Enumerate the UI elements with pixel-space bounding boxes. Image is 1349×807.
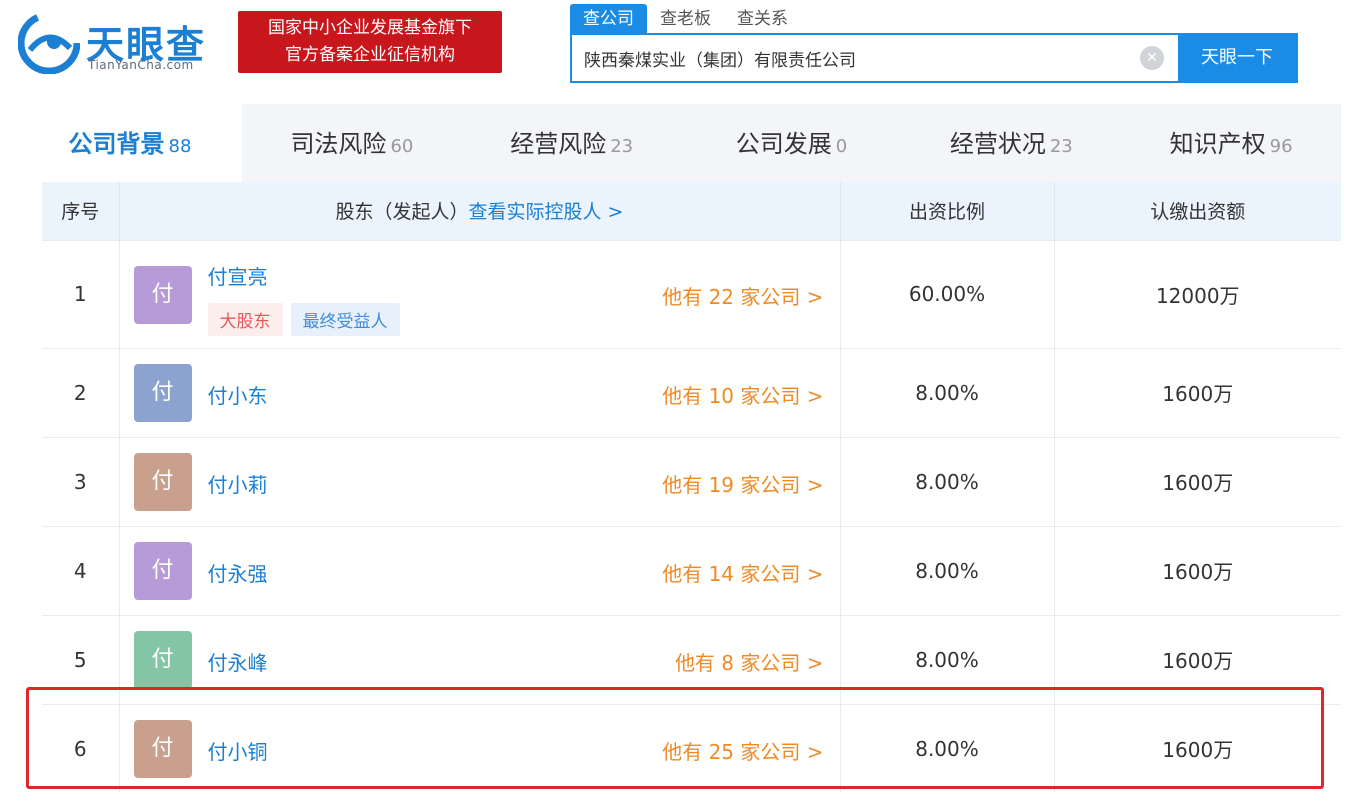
table-row: 4 付 付永强 他有 14 家公司 > 8.00% 1600万 — [42, 525, 1341, 615]
amount-cell: 12000万 — [1054, 239, 1341, 348]
tab-operating-status[interactable]: 经营状况 23 — [901, 104, 1121, 184]
amount-cell: 1600万 — [1054, 614, 1341, 704]
search-tab-boss[interactable]: 查老板 — [647, 4, 724, 34]
companies-link[interactable]: 他有 14 家公司 > — [662, 558, 823, 587]
avatar[interactable]: 付 — [133, 265, 192, 324]
holder-cell: 付 付永峰 他有 8 家公司 > — [119, 614, 841, 704]
holder-cell: 付 付小东 他有 10 家公司 > — [119, 347, 841, 437]
tab-count: 23 — [1049, 136, 1073, 157]
ratio-cell: 8.00% — [840, 614, 1055, 704]
row-index: 4 — [42, 525, 120, 615]
slogan-line2: 官方备案企业征信机构 — [285, 45, 455, 65]
holder-name[interactable]: 付永强 — [208, 558, 268, 587]
holder-cell: 付 付宣亮 大股东 最终受益人 他有 22 家公司 > — [119, 239, 841, 348]
row-index: 5 — [42, 614, 120, 704]
row-index: 3 — [42, 436, 120, 526]
companies-link[interactable]: 他有 8 家公司 > — [675, 647, 824, 676]
tab-label: 公司发展 — [735, 130, 832, 158]
tab-count: 60 — [390, 136, 414, 157]
tab-label: 经营风险 — [510, 130, 607, 158]
header-holder-label: 股东（发起人） — [335, 201, 469, 224]
table-row: 2 付 付小东 他有 10 家公司 > 8.00% 1600万 — [42, 347, 1341, 437]
holder-name[interactable]: 付小铜 — [208, 736, 268, 765]
amount-cell: 1600万 — [1054, 436, 1341, 526]
search-button[interactable]: 天眼一下 — [1178, 35, 1296, 81]
table-row: 1 付 付宣亮 大股东 最终受益人 他有 22 家公司 > 60.00% 120… — [42, 239, 1341, 348]
avatar[interactable]: 付 — [133, 452, 192, 511]
tab-operating-risk[interactable]: 经营风险 23 — [462, 104, 682, 184]
ratio-cell: 8.00% — [840, 436, 1055, 526]
tag-major-shareholder: 大股东 — [207, 302, 283, 336]
tab-company-development[interactable]: 公司发展 0 — [682, 104, 902, 184]
avatar[interactable]: 付 — [133, 541, 192, 600]
tab-company-background[interactable]: 公司背景 88 — [18, 104, 242, 184]
amount-cell: 1600万 — [1054, 525, 1341, 615]
tab-label: 经营状况 — [949, 130, 1046, 158]
table-row: 6 付 付小铜 他有 25 家公司 > 8.00% 1600万 — [42, 703, 1341, 793]
avatar[interactable]: 付 — [133, 719, 192, 778]
category-tabs: 公司背景 88 司法风险 60 经营风险 23 公司发展 0 经营状况 23 知识产权 96 — [18, 104, 1341, 184]
header-amount: 认缴出资额 — [1054, 182, 1341, 240]
tab-count: 96 — [1269, 136, 1293, 157]
ratio-cell: 60.00% — [840, 239, 1055, 348]
header: 天眼查 TianYanCha.com 国家中小企业发展基金旗下 官方备案企业征信… — [0, 0, 1349, 100]
header-ratio: 出资比例 — [840, 182, 1055, 240]
shareholder-table: 序号 股东（发起人）查看实际控股人 > 出资比例 认缴出资额 1 付 付宣亮 大… — [42, 182, 1341, 793]
table-row: 5 付 付永峰 他有 8 家公司 > 8.00% 1600万 — [42, 614, 1341, 704]
tab-label: 司法风险 — [290, 130, 387, 158]
companies-link[interactable]: 他有 25 家公司 > — [662, 736, 823, 765]
eye-logo-icon — [18, 12, 80, 74]
search-tab-company[interactable]: 查公司 — [570, 4, 647, 34]
row-index: 1 — [42, 239, 120, 348]
holder-cell: 付 付小莉 他有 19 家公司 > — [119, 436, 841, 526]
search-type-tabs: 查公司 查老板 查关系 — [570, 4, 801, 34]
ratio-cell: 8.00% — [840, 703, 1055, 793]
tab-label: 知识产权 — [1169, 130, 1266, 158]
header-index: 序号 — [42, 182, 120, 240]
search-tab-relation[interactable]: 查关系 — [724, 4, 801, 34]
avatar[interactable]: 付 — [133, 630, 192, 689]
tab-label: 公司背景 — [68, 130, 165, 158]
tab-count: 88 — [168, 136, 192, 157]
view-controller-link[interactable]: 查看实际控股人 > — [469, 201, 624, 223]
row-index: 2 — [42, 347, 120, 437]
companies-link[interactable]: 他有 10 家公司 > — [662, 380, 823, 409]
avatar[interactable]: 付 — [133, 363, 192, 422]
tab-intellectual-property[interactable]: 知识产权 96 — [1121, 104, 1341, 184]
header-holder: 股东（发起人）查看实际控股人 > — [119, 182, 841, 240]
holder-name[interactable]: 付宣亮 — [208, 261, 268, 290]
row-index: 6 — [42, 703, 120, 793]
holder-tags: 大股东 最终受益人 — [207, 302, 400, 336]
ratio-cell: 8.00% — [840, 525, 1055, 615]
tab-count: 23 — [610, 136, 634, 157]
holder-name[interactable]: 付小莉 — [208, 469, 268, 498]
amount-cell: 1600万 — [1054, 347, 1341, 437]
tag-ultimate-beneficiary: 最终受益人 — [290, 302, 400, 336]
table-row: 3 付 付小莉 他有 19 家公司 > 8.00% 1600万 — [42, 436, 1341, 526]
tab-count: 0 — [835, 136, 848, 157]
table-header-row: 序号 股东（发起人）查看实际控股人 > 出资比例 认缴出资额 — [42, 182, 1341, 240]
holder-cell: 付 付小铜 他有 25 家公司 > — [119, 703, 841, 793]
tab-judicial-risk[interactable]: 司法风险 60 — [242, 104, 462, 184]
ratio-cell: 8.00% — [840, 347, 1055, 437]
companies-link[interactable]: 他有 22 家公司 > — [662, 281, 823, 310]
slogan-line1: 国家中小企业发展基金旗下 — [268, 18, 472, 38]
holder-name[interactable]: 付永峰 — [208, 647, 268, 676]
tianyancha-logo[interactable]: 天眼查 TianYanCha.com — [18, 10, 228, 76]
companies-link[interactable]: 他有 19 家公司 > — [662, 469, 823, 498]
slogan-banner: 国家中小企业发展基金旗下 官方备案企业征信机构 — [238, 11, 502, 73]
search-input[interactable] — [572, 35, 1172, 81]
holder-name[interactable]: 付小东 — [208, 380, 268, 409]
clear-icon[interactable]: ✕ — [1140, 46, 1164, 70]
search-box: ✕ 天眼一下 — [570, 33, 1298, 83]
amount-cell: 1600万 — [1054, 703, 1341, 793]
brand-domain: TianYanCha.com — [88, 58, 194, 72]
holder-cell: 付 付永强 他有 14 家公司 > — [119, 525, 841, 615]
